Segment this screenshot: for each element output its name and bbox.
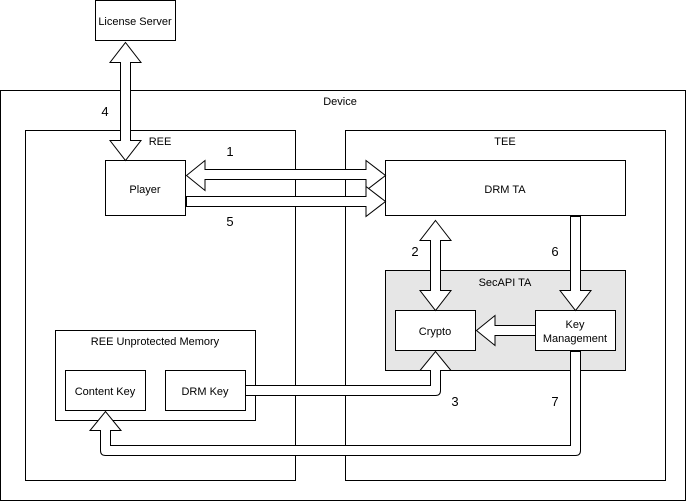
step-6-label: 6 — [551, 244, 558, 259]
ree-unprotected-memory-label: REE Unprotected Memory — [91, 336, 220, 348]
step-2-label: 2 — [411, 244, 418, 259]
step-7-label: 7 — [551, 394, 558, 409]
content-key-label: Content Key — [75, 386, 136, 398]
key-management-label-line1: Key — [566, 319, 585, 331]
ree-label: REE — [149, 136, 172, 148]
device-label: Device — [323, 96, 357, 108]
license-server-label: License Server — [98, 16, 172, 28]
step-3-label: 3 — [451, 394, 458, 409]
step-4-label: 4 — [101, 104, 108, 119]
step-5-label: 5 — [226, 214, 233, 229]
key-management-label-line2: Management — [543, 333, 607, 345]
drm-architecture-diagram: Device REE TEE License Server Player DRM… — [0, 0, 686, 501]
secapi-ta-label: SecAPI TA — [479, 277, 532, 289]
step-1-label: 1 — [226, 144, 233, 159]
drm-ta-label: DRM TA — [484, 184, 526, 196]
player-label: Player — [129, 184, 161, 196]
drm-key-label: DRM Key — [181, 386, 229, 398]
tee-label: TEE — [494, 136, 515, 148]
crypto-label: Crypto — [419, 326, 451, 338]
